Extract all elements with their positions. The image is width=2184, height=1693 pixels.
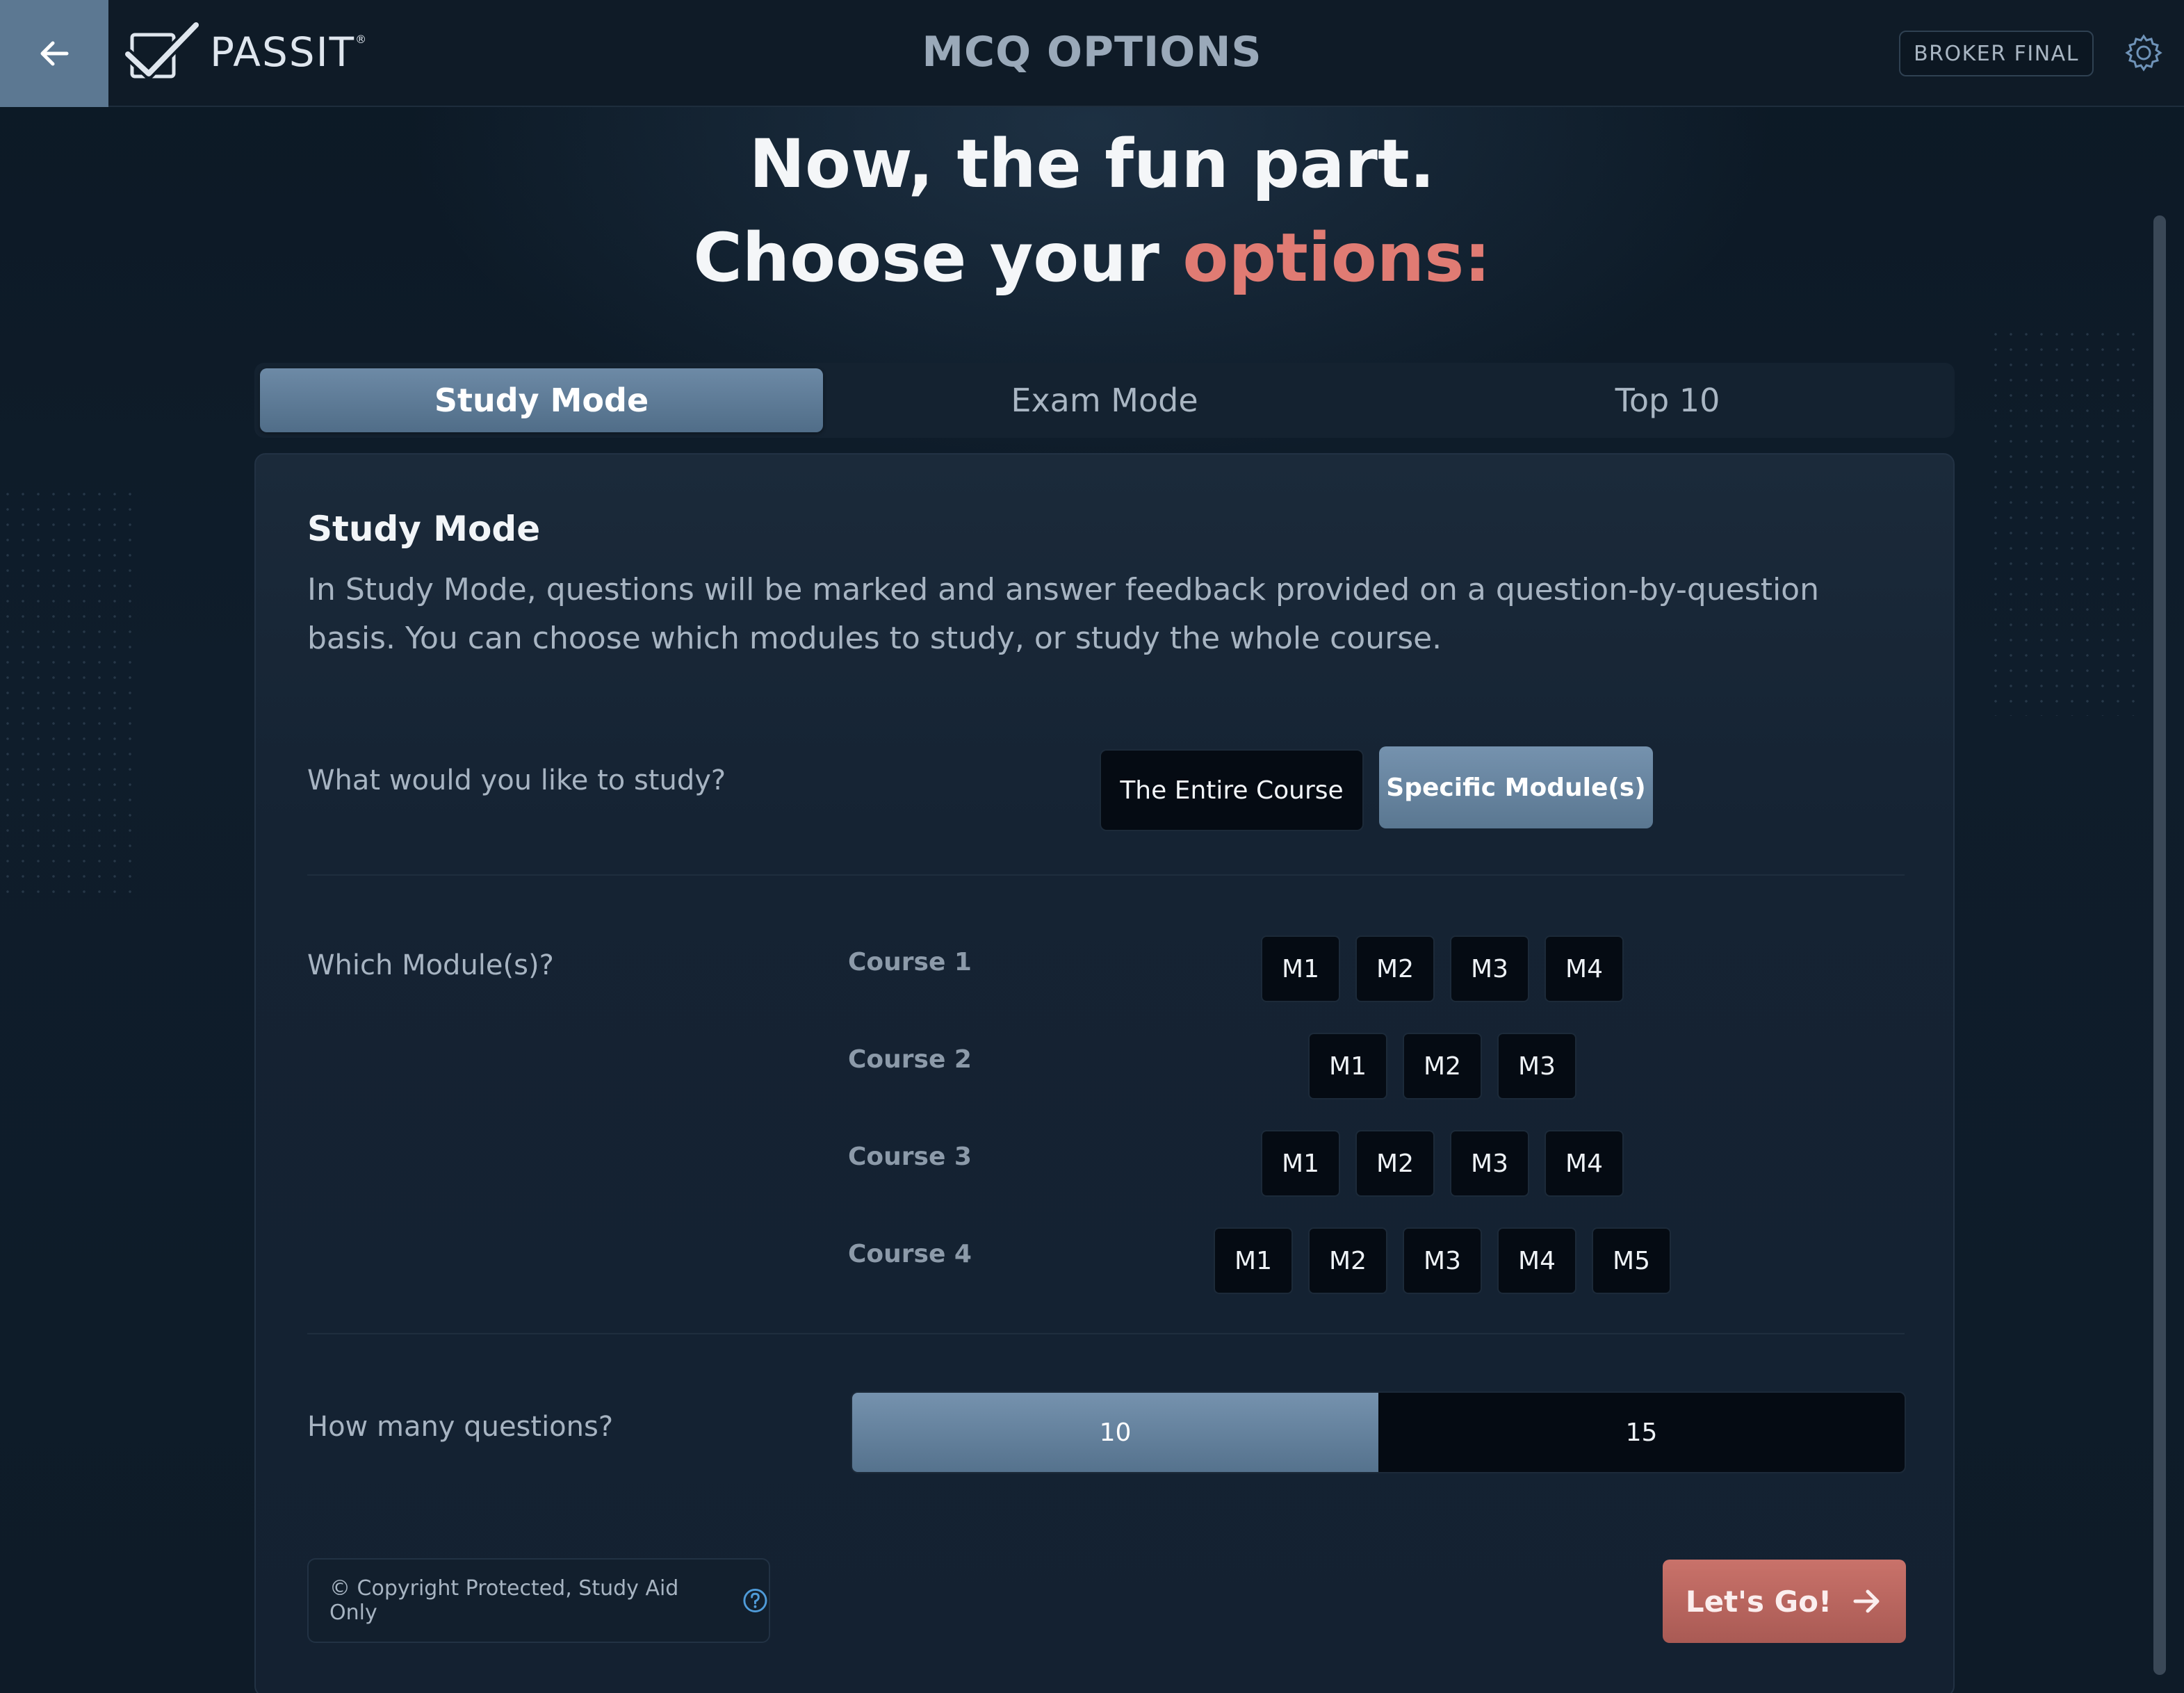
specific-modules-button[interactable]: Specific Module(s) <box>1379 746 1653 828</box>
tab-top-10[interactable]: Top 10 <box>1386 368 1949 432</box>
panel-title: Study Mode <box>307 509 541 549</box>
module-button[interactable]: M1 <box>1214 1227 1293 1294</box>
module-button[interactable]: M3 <box>1497 1033 1576 1099</box>
background-dots-left <box>0 486 139 903</box>
headline-line-1: Now, the fun part. <box>749 125 1435 203</box>
mcq-options-screen: PASSIT® MCQ OPTIONS BROKER FINAL Now, th… <box>0 0 2184 1693</box>
question-circle-icon[interactable] <box>742 1587 769 1614</box>
divider <box>307 1333 1905 1334</box>
question-count-toggle: 10 15 <box>851 1391 1906 1473</box>
module-button[interactable]: M2 <box>1308 1227 1387 1294</box>
study-question-label: What would you like to study? <box>307 764 726 796</box>
tab-study-mode[interactable]: Study Mode <box>260 368 823 432</box>
module-button[interactable]: M3 <box>1450 1130 1529 1197</box>
module-button[interactable]: M2 <box>1403 1033 1482 1099</box>
module-button[interactable]: M4 <box>1545 1130 1624 1197</box>
panel-description: In Study Mode, questions will be marked … <box>307 572 1819 656</box>
top-bar: PASSIT® MCQ OPTIONS BROKER FINAL <box>0 0 2184 107</box>
module-button[interactable]: M3 <box>1450 935 1529 1002</box>
copyright-notice: © Copyright Protected, Study Aid Only <box>307 1558 770 1643</box>
count-question-label: How many questions? <box>307 1411 614 1443</box>
gear-icon[interactable] <box>2123 32 2165 74</box>
page-scrollbar[interactable] <box>2153 215 2166 1675</box>
entire-course-button[interactable]: The Entire Course <box>1100 749 1364 831</box>
page-title: MCQ OPTIONS <box>922 28 1262 76</box>
module-button[interactable]: M3 <box>1403 1227 1482 1294</box>
tab-exam-mode[interactable]: Exam Mode <box>823 368 1386 432</box>
study-mode-panel: Study Mode In Study Mode, questions will… <box>254 453 1955 1693</box>
module-button[interactable]: M2 <box>1355 1130 1435 1197</box>
module-button[interactable]: M5 <box>1592 1227 1671 1294</box>
course-label: Course 3 <box>848 1143 972 1171</box>
course-label: Course 1 <box>848 948 972 976</box>
module-button[interactable]: M1 <box>1261 935 1340 1002</box>
lets-go-button[interactable]: Let's Go! <box>1663 1560 1906 1643</box>
question-count-15[interactable]: 15 <box>1378 1393 1905 1472</box>
headline-line-2: Choose your options: <box>0 219 2184 297</box>
exam-badge[interactable]: BROKER FINAL <box>1899 31 2094 76</box>
headline-accent: options: <box>1182 219 1491 297</box>
headline-prefix: Choose your <box>693 219 1183 297</box>
modules-question-label: Which Module(s)? <box>307 949 554 981</box>
divider <box>307 874 1905 876</box>
lets-go-label: Let's Go! <box>1685 1584 1832 1619</box>
question-count-10[interactable]: 10 <box>852 1393 1378 1472</box>
mode-tabs: Study Mode Exam Mode Top 10 <box>254 363 1955 438</box>
module-button[interactable]: M1 <box>1308 1033 1387 1099</box>
course-label: Course 4 <box>848 1240 972 1268</box>
module-button[interactable]: M2 <box>1355 935 1435 1002</box>
module-button[interactable]: M1 <box>1261 1130 1340 1197</box>
background-dots-right <box>1988 327 2141 716</box>
module-button[interactable]: M4 <box>1545 935 1624 1002</box>
copyright-text: © Copyright Protected, Study Aid Only <box>329 1576 679 1625</box>
arrow-right-icon <box>1853 1589 1880 1613</box>
module-button[interactable]: M4 <box>1497 1227 1576 1294</box>
course-label: Course 2 <box>848 1045 972 1074</box>
